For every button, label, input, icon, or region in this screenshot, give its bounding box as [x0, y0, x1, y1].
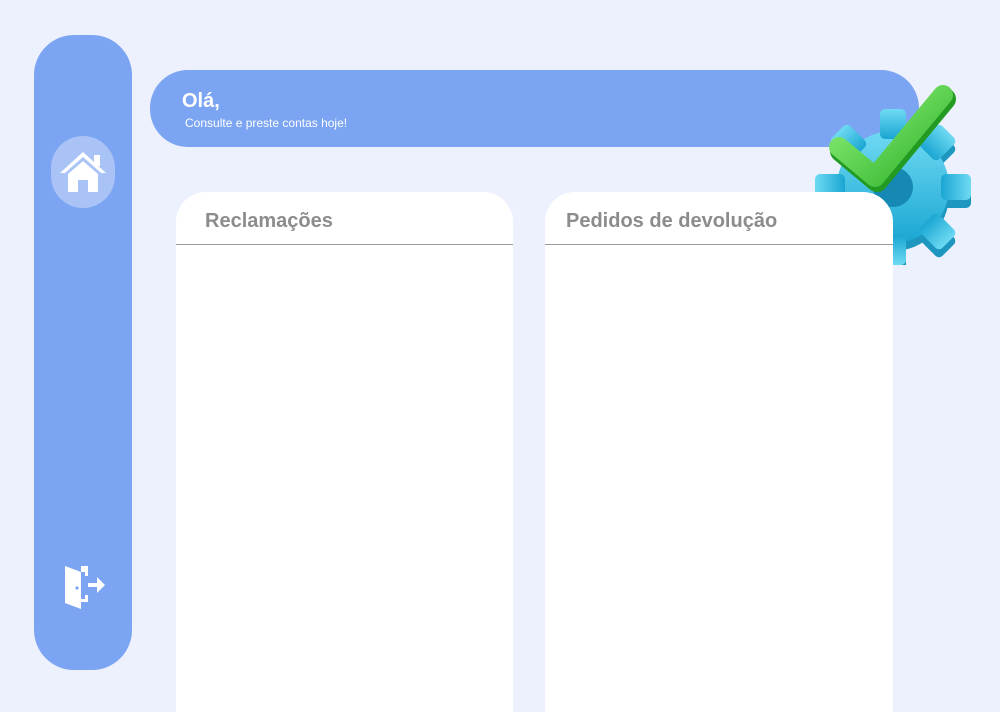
home-button[interactable] — [51, 136, 115, 208]
greeting: Olá, — [182, 90, 220, 112]
returns-title: Pedidos de devolução — [566, 210, 778, 232]
complaints-title: Reclamações — [205, 210, 333, 232]
complaints-panel: Reclamações — [176, 192, 513, 712]
exit-icon — [65, 566, 105, 609]
greeting-subtitle: Consulte e preste contas hoje! — [185, 116, 348, 130]
complaints-list — [176, 245, 513, 705]
returns-panel: Pedidos de devolução — [545, 192, 893, 712]
home-icon — [60, 152, 106, 192]
logout-button[interactable] — [58, 561, 108, 611]
sidebar — [34, 35, 132, 670]
returns-list — [545, 245, 893, 705]
header-banner: Olá, Consulte e preste contas hoje! — [150, 70, 971, 265]
